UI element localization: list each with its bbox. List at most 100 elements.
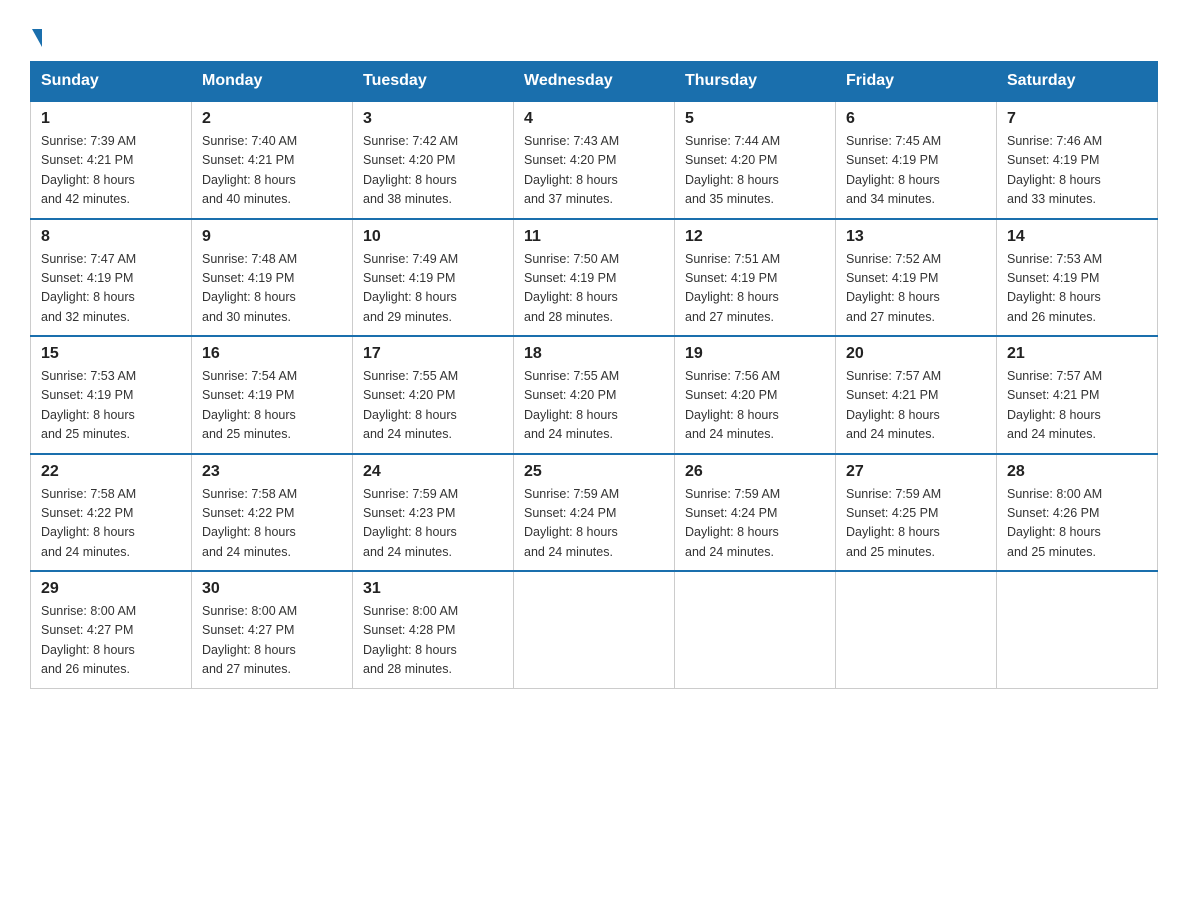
calendar-cell: 19 Sunrise: 7:56 AMSunset: 4:20 PMDayligh… — [675, 336, 836, 454]
day-number: 15 — [41, 345, 181, 363]
calendar-cell: 30 Sunrise: 8:00 AMSunset: 4:27 PMDayligh… — [192, 571, 353, 688]
day-info: Sunrise: 7:40 AMSunset: 4:21 PMDaylight:… — [202, 132, 342, 210]
calendar-cell: 12Sunrise: 7:51 AMSunset: 4:19 PMDayligh… — [675, 219, 836, 337]
calendar-cell: 17 Sunrise: 7:55 AMSunset: 4:20 PMDayligh… — [353, 336, 514, 454]
day-info: Sunrise: 7:52 AMSunset: 4:19 PMDaylight:… — [846, 250, 986, 328]
day-info: Sunrise: 7:57 AMSunset: 4:21 PMDaylight:… — [846, 367, 986, 445]
day-number: 18 — [524, 345, 664, 363]
logo-arrow-icon — [32, 29, 42, 47]
day-number: 21 — [1007, 345, 1147, 363]
day-info: Sunrise: 7:59 AMSunset: 4:24 PMDaylight:… — [524, 485, 664, 563]
day-number: 30 — [202, 580, 342, 598]
weekday-header-tuesday: Tuesday — [353, 62, 514, 102]
day-number: 5 — [685, 110, 825, 128]
day-number: 2 — [202, 110, 342, 128]
calendar-week-row: 15 Sunrise: 7:53 AMSunset: 4:19 PMDayligh… — [31, 336, 1158, 454]
day-number: 10 — [363, 228, 503, 246]
calendar-body: 1 Sunrise: 7:39 AMSunset: 4:21 PMDaylight… — [31, 101, 1158, 688]
day-info: Sunrise: 8:00 AMSunset: 4:28 PMDaylight:… — [363, 602, 503, 680]
weekday-header-friday: Friday — [836, 62, 997, 102]
day-number: 20 — [846, 345, 986, 363]
day-info: Sunrise: 7:56 AMSunset: 4:20 PMDaylight:… — [685, 367, 825, 445]
day-info: Sunrise: 7:49 AMSunset: 4:19 PMDaylight:… — [363, 250, 503, 328]
day-info: Sunrise: 8:00 AMSunset: 4:26 PMDaylight:… — [1007, 485, 1147, 563]
day-info: Sunrise: 7:57 AMSunset: 4:21 PMDaylight:… — [1007, 367, 1147, 445]
day-number: 24 — [363, 463, 503, 481]
calendar-cell: 8Sunrise: 7:47 AMSunset: 4:19 PMDaylight… — [31, 219, 192, 337]
calendar-cell: 21 Sunrise: 7:57 AMSunset: 4:21 PMDayligh… — [997, 336, 1158, 454]
calendar-cell — [836, 571, 997, 688]
calendar-cell: 10 Sunrise: 7:49 AMSunset: 4:19 PMDayligh… — [353, 219, 514, 337]
day-info: Sunrise: 7:59 AMSunset: 4:24 PMDaylight:… — [685, 485, 825, 563]
calendar-cell: 6 Sunrise: 7:45 AMSunset: 4:19 PMDaylight… — [836, 101, 997, 219]
day-info: Sunrise: 7:45 AMSunset: 4:19 PMDaylight:… — [846, 132, 986, 210]
weekday-header-wednesday: Wednesday — [514, 62, 675, 102]
day-info: Sunrise: 7:58 AMSunset: 4:22 PMDaylight:… — [41, 485, 181, 563]
calendar-week-row: 1 Sunrise: 7:39 AMSunset: 4:21 PMDaylight… — [31, 101, 1158, 219]
calendar-cell: 31 Sunrise: 8:00 AMSunset: 4:28 PMDayligh… — [353, 571, 514, 688]
day-number: 31 — [363, 580, 503, 598]
day-number: 14 — [1007, 228, 1147, 246]
calendar-cell: 7 Sunrise: 7:46 AMSunset: 4:19 PMDaylight… — [997, 101, 1158, 219]
calendar-cell: 24 Sunrise: 7:59 AMSunset: 4:23 PMDayligh… — [353, 454, 514, 572]
calendar-cell: 13 Sunrise: 7:52 AMSunset: 4:19 PMDayligh… — [836, 219, 997, 337]
calendar-cell: 4 Sunrise: 7:43 AMSunset: 4:20 PMDaylight… — [514, 101, 675, 219]
calendar-cell: 16 Sunrise: 7:54 AMSunset: 4:19 PMDayligh… — [192, 336, 353, 454]
day-info: Sunrise: 7:48 AMSunset: 4:19 PMDaylight:… — [202, 250, 342, 328]
day-number: 3 — [363, 110, 503, 128]
day-number: 17 — [363, 345, 503, 363]
day-info: Sunrise: 7:54 AMSunset: 4:19 PMDaylight:… — [202, 367, 342, 445]
day-number: 1 — [41, 110, 181, 128]
day-info: Sunrise: 7:51 AMSunset: 4:19 PMDaylight:… — [685, 250, 825, 328]
day-number: 13 — [846, 228, 986, 246]
day-number: 27 — [846, 463, 986, 481]
weekday-header-row: SundayMondayTuesdayWednesdayThursdayFrid… — [31, 62, 1158, 102]
day-number: 28 — [1007, 463, 1147, 481]
day-info: Sunrise: 7:55 AMSunset: 4:20 PMDaylight:… — [363, 367, 503, 445]
day-number: 25 — [524, 463, 664, 481]
day-info: Sunrise: 7:43 AMSunset: 4:20 PMDaylight:… — [524, 132, 664, 210]
day-info: Sunrise: 7:42 AMSunset: 4:20 PMDaylight:… — [363, 132, 503, 210]
day-number: 19 — [685, 345, 825, 363]
day-info: Sunrise: 7:44 AMSunset: 4:20 PMDaylight:… — [685, 132, 825, 210]
calendar-cell: 20 Sunrise: 7:57 AMSunset: 4:21 PMDayligh… — [836, 336, 997, 454]
day-info: Sunrise: 8:00 AMSunset: 4:27 PMDaylight:… — [41, 602, 181, 680]
day-number: 4 — [524, 110, 664, 128]
calendar-cell: 9 Sunrise: 7:48 AMSunset: 4:19 PMDaylight… — [192, 219, 353, 337]
calendar-header: SundayMondayTuesdayWednesdayThursdayFrid… — [31, 62, 1158, 102]
page-header — [30, 20, 1158, 43]
day-number: 16 — [202, 345, 342, 363]
calendar-cell: 3 Sunrise: 7:42 AMSunset: 4:20 PMDaylight… — [353, 101, 514, 219]
day-number: 6 — [846, 110, 986, 128]
weekday-header-monday: Monday — [192, 62, 353, 102]
day-info: Sunrise: 7:50 AMSunset: 4:19 PMDaylight:… — [524, 250, 664, 328]
calendar-cell: 15 Sunrise: 7:53 AMSunset: 4:19 PMDayligh… — [31, 336, 192, 454]
calendar-table: SundayMondayTuesdayWednesdayThursdayFrid… — [30, 61, 1158, 689]
calendar-cell: 27 Sunrise: 7:59 AMSunset: 4:25 PMDayligh… — [836, 454, 997, 572]
day-number: 26 — [685, 463, 825, 481]
calendar-cell — [675, 571, 836, 688]
calendar-cell: 5 Sunrise: 7:44 AMSunset: 4:20 PMDaylight… — [675, 101, 836, 219]
weekday-header-thursday: Thursday — [675, 62, 836, 102]
day-number: 9 — [202, 228, 342, 246]
day-info: Sunrise: 7:46 AMSunset: 4:19 PMDaylight:… — [1007, 132, 1147, 210]
calendar-cell: 14Sunrise: 7:53 AMSunset: 4:19 PMDayligh… — [997, 219, 1158, 337]
day-info: Sunrise: 8:00 AMSunset: 4:27 PMDaylight:… — [202, 602, 342, 680]
calendar-cell: 1 Sunrise: 7:39 AMSunset: 4:21 PMDaylight… — [31, 101, 192, 219]
calendar-week-row: 29 Sunrise: 8:00 AMSunset: 4:27 PMDayligh… — [31, 571, 1158, 688]
day-info: Sunrise: 7:55 AMSunset: 4:20 PMDaylight:… — [524, 367, 664, 445]
day-info: Sunrise: 7:53 AMSunset: 4:19 PMDaylight:… — [41, 367, 181, 445]
calendar-week-row: 22Sunrise: 7:58 AMSunset: 4:22 PMDayligh… — [31, 454, 1158, 572]
calendar-cell: 25 Sunrise: 7:59 AMSunset: 4:24 PMDayligh… — [514, 454, 675, 572]
calendar-cell: 18 Sunrise: 7:55 AMSunset: 4:20 PMDayligh… — [514, 336, 675, 454]
day-number: 23 — [202, 463, 342, 481]
calendar-cell: 23Sunrise: 7:58 AMSunset: 4:22 PMDayligh… — [192, 454, 353, 572]
calendar-cell: 29 Sunrise: 8:00 AMSunset: 4:27 PMDayligh… — [31, 571, 192, 688]
day-number: 29 — [41, 580, 181, 598]
day-info: Sunrise: 7:39 AMSunset: 4:21 PMDaylight:… — [41, 132, 181, 210]
day-info: Sunrise: 7:59 AMSunset: 4:23 PMDaylight:… — [363, 485, 503, 563]
day-info: Sunrise: 7:59 AMSunset: 4:25 PMDaylight:… — [846, 485, 986, 563]
calendar-week-row: 8Sunrise: 7:47 AMSunset: 4:19 PMDaylight… — [31, 219, 1158, 337]
calendar-cell: 2 Sunrise: 7:40 AMSunset: 4:21 PMDaylight… — [192, 101, 353, 219]
day-number: 7 — [1007, 110, 1147, 128]
